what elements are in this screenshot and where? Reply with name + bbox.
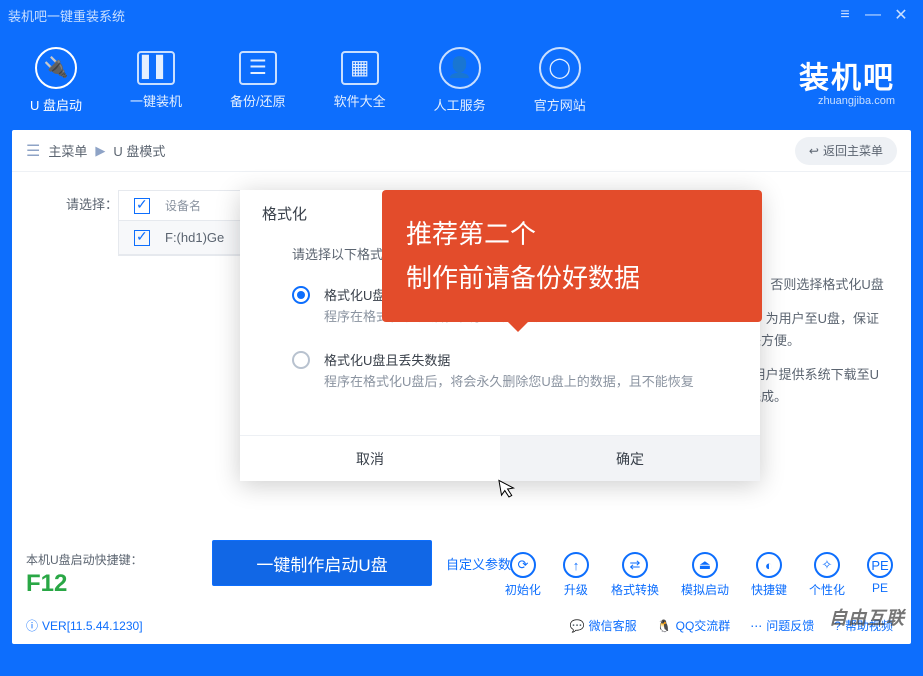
radio-option-1[interactable] — [292, 286, 310, 304]
pe-icon: PE — [867, 552, 893, 578]
bt-upgrade[interactable]: ↑升级 — [563, 552, 589, 598]
web-icon: ◯ — [539, 47, 581, 89]
tool-label: 一键装机 — [130, 91, 182, 110]
link-wechat[interactable]: 💬微信客服 — [570, 617, 637, 634]
person-icon: 👤 — [439, 47, 481, 89]
callout-line2: 制作前请备份好数据 — [406, 256, 738, 300]
usb-icon: 🔌 — [35, 47, 77, 89]
row-checkbox[interactable] — [134, 230, 150, 246]
minimize-button[interactable]: — — [859, 6, 887, 24]
callout-line1: 推荐第二个 — [406, 212, 738, 256]
feedback-icon: ⋯ — [750, 619, 762, 633]
apps-icon: ▦ — [341, 51, 379, 85]
radio-option-2[interactable] — [292, 351, 310, 369]
back-label: 返回主菜单 — [823, 142, 883, 159]
tool-label: U 盘启动 — [30, 95, 82, 114]
tool-one-click[interactable]: ▌▌ 一键装机 — [130, 51, 182, 110]
list-icon: ☰ — [26, 141, 40, 161]
bt-hotkey[interactable]: ◐快捷键 — [751, 552, 787, 598]
menu-button[interactable]: ≡ — [831, 6, 859, 24]
main-button-label: 一键制作启动U盘 — [256, 551, 387, 576]
cancel-button[interactable]: 取消 — [240, 436, 500, 481]
init-icon: ⟳ — [510, 552, 536, 578]
bt-format[interactable]: ⇄格式转换 — [611, 552, 659, 598]
wechat-icon: 💬 — [570, 619, 585, 633]
title-bar: 装机吧一键重装系统 ≡ — ✕ — [0, 0, 923, 30]
watermark: 自由互联 — [829, 604, 905, 630]
dialog-footer: 取消 确定 — [240, 435, 760, 481]
format-option-2[interactable]: 格式化U盘且丢失数据 程序在格式化U盘后，将会永久删除您U盘上的数据，且不能恢复 — [292, 350, 708, 391]
tool-software[interactable]: ▦ 软件大全 — [334, 51, 386, 110]
version-label[interactable]: ⓘ VER[11.5.44.1230] — [26, 617, 143, 634]
make-boot-usb-button[interactable]: 一键制作启动U盘 — [212, 540, 432, 586]
upgrade-icon: ↑ — [563, 552, 589, 578]
app-title: 装机吧一键重装系统 — [8, 6, 125, 25]
backup-icon: ☰ — [239, 51, 277, 85]
pc-icon: ▌▌ — [137, 51, 175, 85]
bt-pe[interactable]: PEPE — [867, 552, 893, 598]
format-icon: ⇄ — [622, 552, 648, 578]
option-desc: 程序在格式化U盘后，将会永久删除您U盘上的数据，且不能恢复 — [324, 373, 694, 391]
custom-icon: ✧ — [814, 552, 840, 578]
tool-support[interactable]: 👤 人工服务 — [434, 47, 486, 114]
chevron-right-icon: ▶ — [95, 143, 105, 159]
qq-icon: 🐧 — [657, 619, 672, 633]
breadcrumb-root[interactable]: 主菜单 — [48, 141, 87, 160]
hotkey-info: 本机U盘启动快捷键： F12 — [26, 551, 143, 598]
hotkey-label: 本机U盘启动快捷键： — [26, 551, 143, 568]
recommendation-callout: 推荐第二个 制作前请备份好数据 — [382, 190, 762, 322]
simulate-icon: ⏏ — [692, 552, 718, 578]
hotkey-icon: ◐ — [756, 552, 782, 578]
info-icon: ⓘ — [26, 617, 38, 634]
brand-cn: 装机吧 — [799, 53, 895, 97]
ok-button[interactable]: 确定 — [500, 436, 760, 481]
tool-backup[interactable]: ☰ 备份/还原 — [230, 51, 286, 110]
tool-website[interactable]: ◯ 官方网站 — [534, 47, 586, 114]
bt-init[interactable]: ⟳初始化 — [505, 552, 541, 598]
bt-simulate[interactable]: ⏏模拟启动 — [681, 552, 729, 598]
back-icon: ↩ — [809, 144, 819, 158]
select-label: 请选择： — [52, 190, 118, 213]
tool-label: 人工服务 — [434, 95, 486, 114]
tool-label: 软件大全 — [334, 91, 386, 110]
brand-logo: 装机吧 zhuangjiba.com — [799, 53, 895, 107]
tool-label: 备份/还原 — [230, 91, 286, 110]
tool-label: 官方网站 — [534, 95, 586, 114]
bt-custom[interactable]: ✧个性化 — [809, 552, 845, 598]
link-feedback[interactable]: ⋯问题反馈 — [750, 617, 814, 634]
hotkey-value: F12 — [26, 570, 143, 598]
main-toolbar: 🔌 U 盘启动 ▌▌ 一键装机 ☰ 备份/还原 ▦ 软件大全 👤 人工服务 ◯ … — [0, 30, 923, 130]
custom-params-link[interactable]: 自定义参数 — [446, 554, 511, 573]
breadcrumb-current: U 盘模式 — [113, 141, 165, 160]
select-all-checkbox[interactable] — [134, 198, 150, 214]
bottom-toolbar: ⟳初始化 ↑升级 ⇄格式转换 ⏏模拟启动 ◐快捷键 ✧个性化 PEPE — [505, 552, 893, 598]
back-button[interactable]: ↩ 返回主菜单 — [795, 137, 897, 165]
option-title: 格式化U盘且丢失数据 — [324, 350, 694, 369]
close-button[interactable]: ✕ — [887, 5, 915, 25]
tool-usb-boot[interactable]: 🔌 U 盘启动 — [30, 47, 82, 114]
breadcrumb-bar: ☰ 主菜单 ▶ U 盘模式 ↩ 返回主菜单 — [12, 130, 911, 172]
link-qq[interactable]: 🐧QQ交流群 — [657, 617, 731, 634]
